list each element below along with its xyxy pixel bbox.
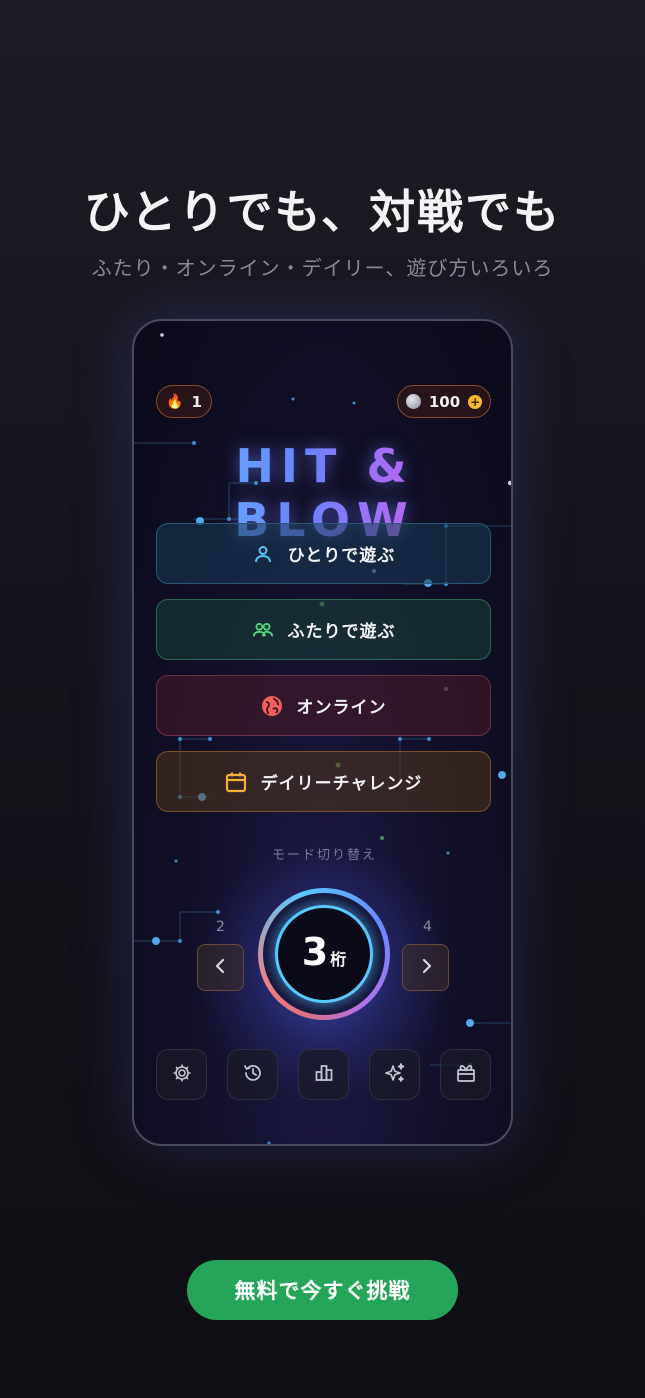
increase-digits-button[interactable] — [402, 944, 449, 991]
flame-icon: 🔥 — [166, 393, 184, 410]
daily-challenge-label: デイリーチャレンジ — [260, 774, 423, 794]
try-free-button[interactable]: 無料で今すぐ挑戦 — [187, 1260, 458, 1320]
gift-button[interactable] — [440, 1049, 491, 1100]
duo-play-button[interactable]: ふたりで遊ぶ — [156, 599, 491, 660]
users-icon — [252, 619, 274, 641]
promo-headline: ひとりでも、対戦でも — [83, 185, 562, 239]
duo-play-label: ふたりで遊ぶ — [287, 622, 396, 642]
leaderboard-button[interactable] — [298, 1049, 349, 1100]
promo-page: ひとりでも、対戦でも ふたり・オンライン・デイリー、遊び方いろいろ 🔥 1 10… — [0, 0, 645, 1398]
coin-count: 100 — [428, 392, 461, 411]
online-label: オンライン — [296, 698, 387, 718]
digit-display: 3 桁 — [275, 905, 373, 1003]
chevron-left-icon — [214, 958, 228, 978]
calendar-icon — [225, 771, 247, 793]
decrease-digits-button[interactable] — [197, 944, 244, 991]
solo-play-label: ひとりで遊ぶ — [287, 546, 396, 566]
digit-selector-ring[interactable]: 3 桁 — [258, 888, 390, 1020]
digit-count: 3 — [301, 930, 329, 974]
phone-mockup: 🔥 1 100 + HIT & BLOW ひとりで遊ぶ ふたりで遊ぶ オンライン… — [132, 319, 513, 1146]
plus-circle-icon[interactable]: + — [468, 394, 483, 409]
daily-challenge-button[interactable]: デイリーチャレンジ — [156, 751, 491, 812]
user-icon — [252, 543, 274, 565]
streak-count: 1 — [191, 392, 202, 411]
gift-icon — [456, 1063, 476, 1087]
coin-counter[interactable]: 100 + — [397, 385, 491, 418]
leaderboard-icon — [314, 1063, 334, 1087]
prev-digit-count: 2 — [216, 919, 225, 935]
digit-unit: 桁 — [330, 950, 347, 969]
solo-play-button[interactable]: ひとりで遊ぶ — [156, 523, 491, 584]
online-button[interactable]: オンライン — [156, 675, 491, 736]
moon-icon — [405, 394, 421, 409]
sparkles-button[interactable] — [369, 1049, 420, 1100]
next-digit-count: 4 — [423, 919, 432, 935]
chevron-right-icon — [419, 958, 433, 978]
history-icon — [243, 1063, 263, 1087]
sparkles-icon — [384, 1062, 406, 1088]
globe-icon — [261, 695, 283, 717]
history-button[interactable] — [227, 1049, 278, 1100]
settings-icon — [172, 1063, 192, 1087]
promo-subline: ふたり・オンライン・デイリー、遊び方いろいろ — [91, 256, 554, 280]
streak-counter[interactable]: 🔥 1 — [156, 385, 212, 418]
settings-button[interactable] — [156, 1049, 207, 1100]
